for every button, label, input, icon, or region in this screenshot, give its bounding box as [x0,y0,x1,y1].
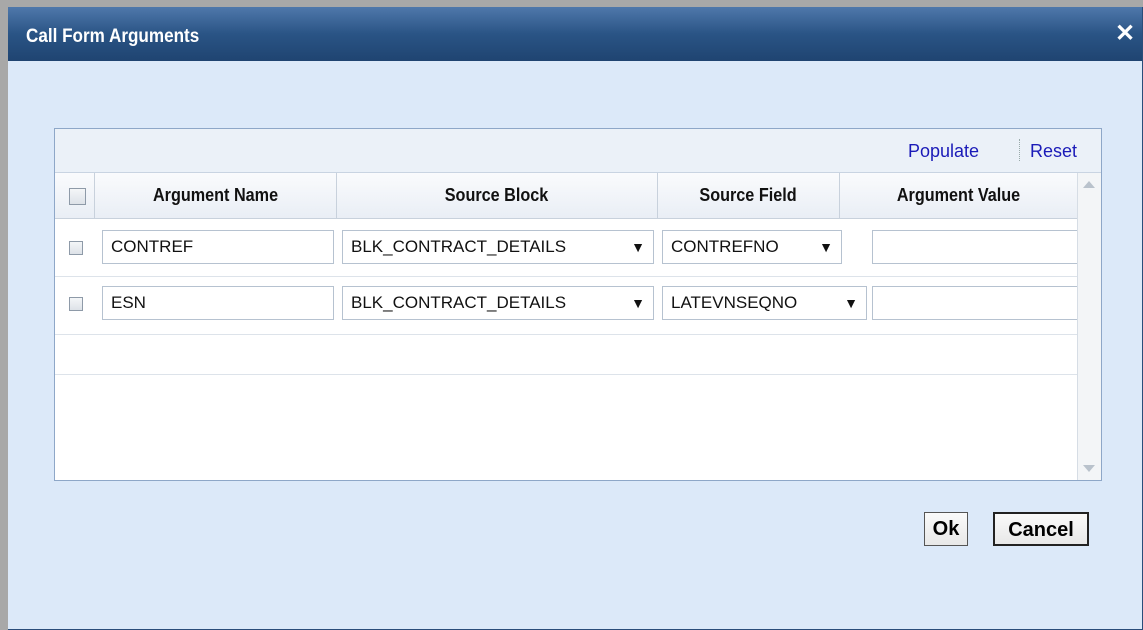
source-block-select[interactable]: BLK_CONTRACT_DETAILS ▼ [342,230,654,264]
scroll-down-icon[interactable] [1083,465,1095,472]
checkbox-column-header [55,173,95,218]
column-header-source-field[interactable]: Source Field [658,173,840,218]
scroll-up-icon[interactable] [1083,181,1095,188]
table-row: ESN BLK_CONTRACT_DETAILS ▼ LATEVNSEQNO ▼ [55,277,1077,335]
arguments-panel: Populate Reset Argument Name Source Bloc… [54,128,1102,481]
source-block-value: BLK_CONTRACT_DETAILS [351,237,567,256]
column-header-argument-name[interactable]: Argument Name [95,173,337,218]
populate-link[interactable]: Populate [908,141,979,162]
dropdown-arrow-icon: ▼ [819,239,833,255]
column-header-source-block[interactable]: Source Block [337,173,658,218]
argument-name-field[interactable]: ESN [102,286,334,320]
grid-toolbar: Populate Reset [55,129,1101,173]
source-field-value: LATEVNSEQNO [671,293,798,312]
vertical-scrollbar[interactable] [1077,173,1101,480]
source-block-value: BLK_CONTRACT_DETAILS [351,293,567,312]
source-field-value: CONTREFNO [671,237,779,256]
row-checkbox[interactable] [69,241,83,255]
source-field-select[interactable]: CONTREFNO ▼ [662,230,842,264]
row-checkbox[interactable] [69,297,83,311]
grid-header: Argument Name Source Block Source Field … [55,173,1077,219]
call-form-arguments-dialog: Call Form Arguments ✕ Populate Reset Arg… [8,7,1143,630]
ok-button[interactable]: Ok [924,512,968,546]
argument-value-field[interactable] [872,286,1077,320]
close-icon[interactable]: ✕ [1114,22,1136,46]
argument-name-field[interactable]: CONTREF [102,230,334,264]
reset-link[interactable]: Reset [1030,141,1077,162]
source-block-select[interactable]: BLK_CONTRACT_DETAILS ▼ [342,286,654,320]
empty-row [55,335,1077,375]
toolbar-divider [1019,139,1020,161]
source-field-select[interactable]: LATEVNSEQNO ▼ [662,286,867,320]
argument-value-field[interactable] [872,230,1077,264]
dialog-title: Call Form Arguments [26,26,200,47]
column-header-argument-value[interactable]: Argument Value [840,173,1077,218]
cancel-button[interactable]: Cancel [993,512,1089,546]
table-row: CONTREF BLK_CONTRACT_DETAILS ▼ CONTREFNO… [55,219,1077,277]
dropdown-arrow-icon: ▼ [631,239,645,255]
dropdown-arrow-icon: ▼ [631,295,645,311]
title-bar[interactable]: Call Form Arguments ✕ [8,7,1142,61]
dropdown-arrow-icon: ▼ [844,295,858,311]
